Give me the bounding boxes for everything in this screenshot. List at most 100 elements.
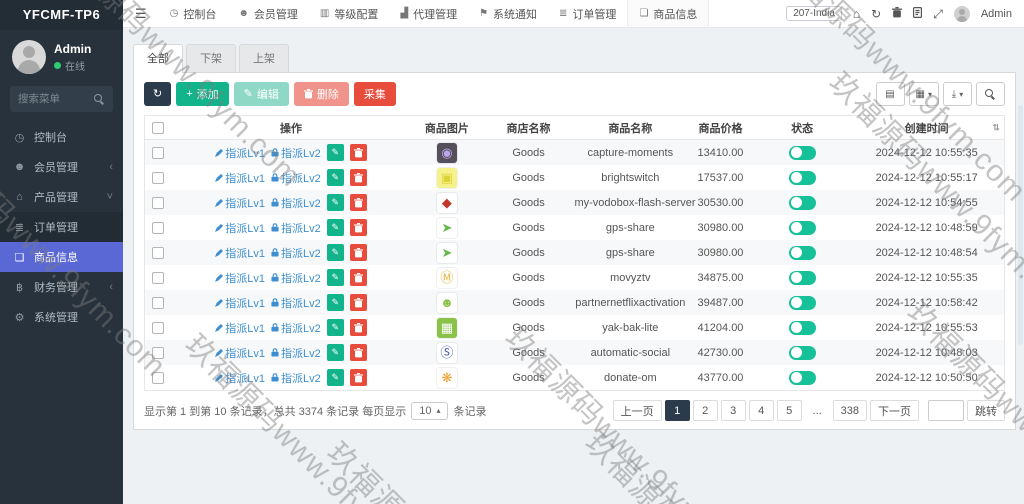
refresh-button[interactable]: ↻ bbox=[144, 82, 171, 106]
sort-icon[interactable]: ⇅ bbox=[992, 122, 1000, 133]
assign-lv1-link[interactable]: 指派Lv1 bbox=[215, 345, 265, 361]
assign-lv1-link[interactable]: 指派Lv1 bbox=[215, 320, 265, 336]
status-toggle[interactable] bbox=[789, 371, 816, 385]
tab-off-shelf[interactable]: 下架 bbox=[186, 44, 236, 72]
assign-lv2-link[interactable]: 指派Lv2 bbox=[271, 170, 321, 186]
collect-button[interactable]: 采集 bbox=[354, 82, 396, 106]
status-toggle[interactable] bbox=[789, 246, 816, 260]
assign-lv2-link[interactable]: 指派Lv2 bbox=[271, 345, 321, 361]
status-toggle[interactable] bbox=[789, 296, 816, 310]
topnav-item-dashboard[interactable]: ◷控制台 bbox=[159, 0, 228, 27]
row-checkbox[interactable] bbox=[152, 322, 164, 334]
page-button-3[interactable]: 3 bbox=[721, 400, 746, 421]
clear-cache-icon[interactable] bbox=[913, 7, 922, 20]
sidebar-item-finance[interactable]: ฿财务管理‹ bbox=[0, 272, 123, 302]
page-button-1[interactable]: 1 bbox=[665, 400, 690, 421]
page-button-338[interactable]: 338 bbox=[833, 400, 867, 421]
assign-lv2-link[interactable]: 指派Lv2 bbox=[271, 145, 321, 161]
row-checkbox[interactable] bbox=[152, 222, 164, 234]
assign-lv2-link[interactable]: 指派Lv2 bbox=[271, 320, 321, 336]
delete-button[interactable]: 删除 bbox=[294, 82, 349, 106]
row-edit-button[interactable]: ✎ bbox=[327, 144, 344, 161]
trash-icon[interactable] bbox=[892, 7, 902, 20]
assign-lv1-link[interactable]: 指派Lv1 bbox=[215, 170, 265, 186]
status-toggle[interactable] bbox=[789, 171, 816, 185]
row-edit-button[interactable]: ✎ bbox=[327, 269, 344, 286]
col-created[interactable]: 创建时间⇅ bbox=[849, 120, 1004, 136]
card-view-button[interactable]: ▤ bbox=[876, 82, 905, 106]
select-all-checkbox[interactable] bbox=[152, 122, 164, 134]
hamburger-icon[interactable]: ☰ bbox=[123, 6, 159, 22]
export-button[interactable]: ⤓▾ bbox=[943, 82, 972, 106]
row-edit-button[interactable]: ✎ bbox=[327, 344, 344, 361]
row-edit-button[interactable]: ✎ bbox=[327, 219, 344, 236]
assign-lv2-link[interactable]: 指派Lv2 bbox=[271, 270, 321, 286]
row-checkbox[interactable] bbox=[152, 347, 164, 359]
topnav-item-orders[interactable]: ≣订单管理 bbox=[548, 0, 627, 27]
row-delete-button[interactable] bbox=[350, 369, 367, 386]
row-delete-button[interactable] bbox=[350, 269, 367, 286]
page-button-5[interactable]: 5 bbox=[777, 400, 802, 421]
search-toggle-button[interactable] bbox=[976, 82, 1005, 106]
row-checkbox[interactable] bbox=[152, 372, 164, 384]
row-delete-button[interactable] bbox=[350, 219, 367, 236]
sidebar-item-dashboard[interactable]: ◷控制台 bbox=[0, 122, 123, 152]
topnav-item-notices[interactable]: ⚑系统通知 bbox=[468, 0, 548, 27]
row-checkbox[interactable] bbox=[152, 247, 164, 259]
row-checkbox[interactable] bbox=[152, 297, 164, 309]
row-checkbox[interactable] bbox=[152, 147, 164, 159]
assign-lv1-link[interactable]: 指派Lv1 bbox=[215, 370, 265, 386]
row-edit-button[interactable]: ✎ bbox=[327, 169, 344, 186]
status-toggle[interactable] bbox=[789, 146, 816, 160]
topbar-username[interactable]: Admin bbox=[981, 8, 1012, 20]
scrollbar[interactable] bbox=[1018, 105, 1023, 345]
row-edit-button[interactable]: ✎ bbox=[327, 294, 344, 311]
add-button[interactable]: +添加 bbox=[176, 82, 228, 106]
topnav-item-agents[interactable]: ▟代理管理 bbox=[389, 0, 468, 27]
sidebar-item-products[interactable]: ⌂产品管理˅ bbox=[0, 182, 123, 212]
status-toggle[interactable] bbox=[789, 271, 816, 285]
assign-lv2-link[interactable]: 指派Lv2 bbox=[271, 245, 321, 261]
row-edit-button[interactable]: ✎ bbox=[327, 244, 344, 261]
tab-all[interactable]: 全部 bbox=[133, 44, 183, 73]
row-checkbox[interactable] bbox=[152, 197, 164, 209]
columns-button[interactable]: ▦▾ bbox=[909, 82, 939, 106]
assign-lv1-link[interactable]: 指派Lv1 bbox=[215, 270, 265, 286]
assign-lv1-link[interactable]: 指派Lv1 bbox=[215, 245, 265, 261]
fullscreen-icon[interactable]: ⤢ bbox=[933, 8, 943, 20]
prev-page-button[interactable]: 上一页 bbox=[613, 400, 662, 421]
topnav-item-goods[interactable]: ❏商品信息 bbox=[627, 0, 709, 27]
row-edit-button[interactable]: ✎ bbox=[327, 369, 344, 386]
next-page-button[interactable]: 下一页 bbox=[870, 400, 919, 421]
sidebar-item-system[interactable]: ⚙系统管理 bbox=[0, 302, 123, 332]
row-delete-button[interactable] bbox=[350, 244, 367, 261]
sidebar-item-orders[interactable]: ≣订单管理 bbox=[0, 212, 123, 242]
assign-lv1-link[interactable]: 指派Lv1 bbox=[215, 195, 265, 211]
tab-on-shelf[interactable]: 上架 bbox=[239, 44, 289, 72]
menu-search-input[interactable] bbox=[18, 93, 94, 105]
row-edit-button[interactable]: ✎ bbox=[327, 319, 344, 336]
status-toggle[interactable] bbox=[789, 196, 816, 210]
page-jump-input[interactable] bbox=[928, 400, 964, 421]
row-edit-button[interactable]: ✎ bbox=[327, 194, 344, 211]
page-button-4[interactable]: 4 bbox=[749, 400, 774, 421]
row-delete-button[interactable] bbox=[350, 319, 367, 336]
assign-lv1-link[interactable]: 指派Lv1 bbox=[215, 220, 265, 236]
status-toggle[interactable] bbox=[789, 221, 816, 235]
row-delete-button[interactable] bbox=[350, 344, 367, 361]
status-toggle[interactable] bbox=[789, 346, 816, 360]
assign-lv2-link[interactable]: 指派Lv2 bbox=[271, 295, 321, 311]
refresh-icon[interactable]: ↻ bbox=[871, 8, 881, 20]
topnav-item-members[interactable]: ☻会员管理 bbox=[227, 0, 309, 27]
row-delete-button[interactable] bbox=[350, 144, 367, 161]
assign-lv2-link[interactable]: 指派Lv2 bbox=[271, 195, 321, 211]
row-delete-button[interactable] bbox=[350, 294, 367, 311]
topnav-item-levels[interactable]: ▥等级配置 bbox=[309, 0, 389, 27]
assign-lv2-link[interactable]: 指派Lv2 bbox=[271, 370, 321, 386]
sidebar-item-members[interactable]: ☻会员管理‹ bbox=[0, 152, 123, 182]
row-checkbox[interactable] bbox=[152, 272, 164, 284]
page-jump-button[interactable]: 跳转 bbox=[967, 400, 1005, 421]
page-button-2[interactable]: 2 bbox=[693, 400, 718, 421]
region-selector[interactable]: 207-India bbox=[786, 6, 842, 21]
status-toggle[interactable] bbox=[789, 321, 816, 335]
